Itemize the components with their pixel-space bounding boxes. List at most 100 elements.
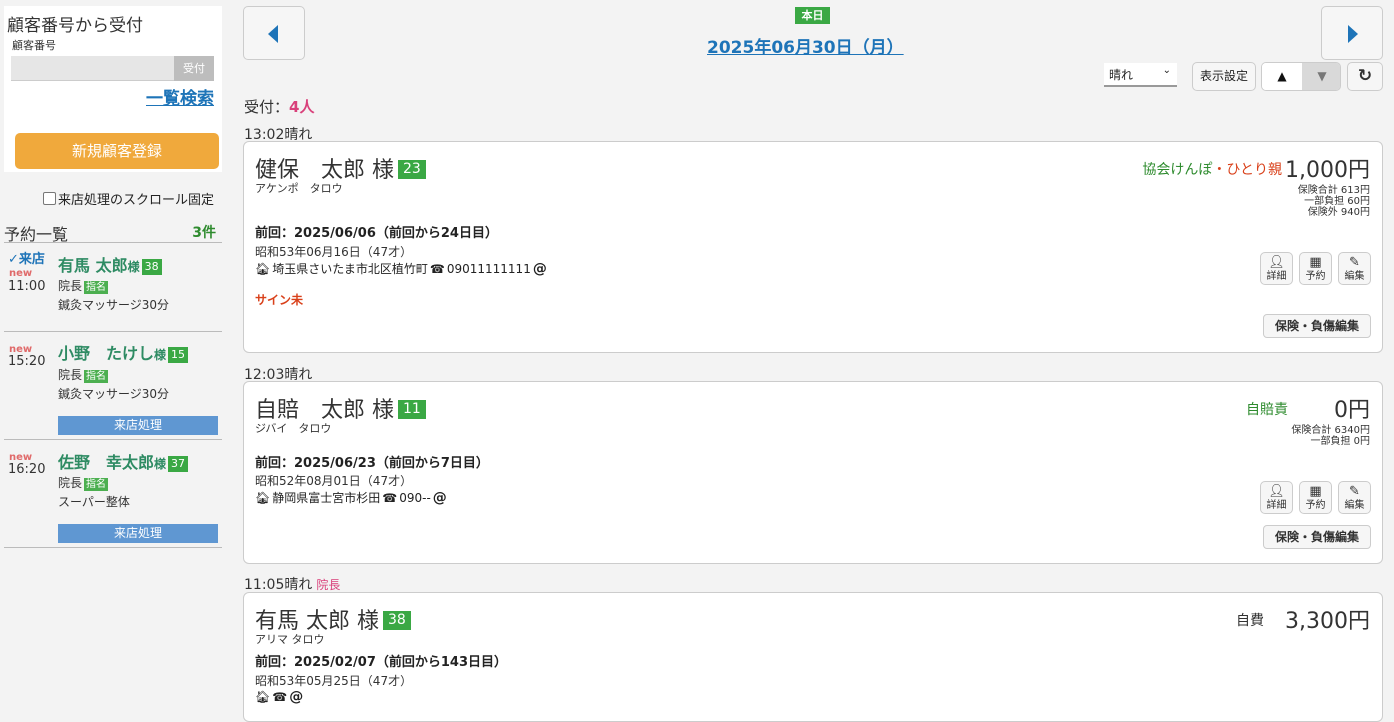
customer-lookup-panel: 顧客番号から受付 顧客番号 受付 一覧検索 新規顧客登録	[4, 6, 222, 172]
new-tag: new	[9, 268, 33, 279]
calendar-icon: ▦	[1309, 484, 1322, 499]
reservation-name[interactable]: 小野 たけし様 15	[58, 340, 189, 364]
user-edit-icon: ✎	[1349, 484, 1360, 499]
last-visit: 前回：2025/06/23（前回から7日目）	[255, 456, 489, 471]
reservation-item[interactable]: ✓来店 new 11:00 有馬 太郎様 38 院長 指名 鍼灸マッサージ30分	[4, 244, 222, 332]
user-icon: 👤︎	[1268, 255, 1285, 270]
edit-customer-button[interactable]: ✎ 編集	[1338, 481, 1371, 514]
visit-process-button[interactable]: 来店処理	[58, 524, 218, 543]
scroll-fix-checkbox[interactable]	[43, 192, 56, 205]
weather-select[interactable]: 晴れ ⌄	[1104, 63, 1177, 87]
insurance-type: 協会けんぽ・ひとり親	[1142, 162, 1282, 178]
user-edit-icon: ✎	[1349, 255, 1360, 270]
reservation-staff: 院長 指名	[58, 279, 109, 294]
customer-number-badge: 38	[383, 610, 411, 630]
contact-info: 🏠︎ 埼玉県さいたま市北区植竹町 ☎ 09011111111 @	[255, 260, 547, 277]
reservation-staff: 院長 指名	[58, 476, 109, 491]
phone-icon: ☎	[272, 690, 288, 704]
customer-kana: ジバイ タロウ	[255, 422, 332, 435]
insurance-injury-edit-button[interactable]: 保険・負傷編集	[1263, 525, 1371, 549]
nominated-badge: 指名	[84, 478, 109, 491]
reservation-time: 16:20	[8, 462, 46, 477]
sidebar: 顧客番号から受付 顧客番号 受付 一覧検索 新規顧客登録 来店処理のスクロール固…	[0, 0, 224, 704]
birth-date: 昭和53年05月25日（47才）	[255, 674, 413, 688]
customer-number-badge: 37	[168, 455, 189, 472]
edit-customer-button[interactable]: ✎ 編集	[1338, 252, 1371, 285]
visit-card: 健保 太郎 様 23 アケンポ タロウ 協会けんぽ・ひとり親 1,000円 保険合…	[243, 141, 1383, 353]
home-icon: 🏠︎	[255, 490, 271, 505]
visit-price: 0円	[1334, 398, 1370, 423]
next-day-button[interactable]	[1321, 6, 1383, 60]
detail-button[interactable]: 👤︎ 詳細	[1260, 481, 1293, 514]
list-search-link[interactable]: 一覧検索	[146, 84, 214, 109]
nominated-badge: 指名	[84, 370, 109, 383]
reserve-button[interactable]: ▦ 予約	[1299, 252, 1332, 285]
refresh-icon: ↻	[1357, 66, 1373, 86]
phone-icon: ☎	[382, 490, 398, 505]
last-visit: 前回：2025/02/07（前回から143日目）	[255, 655, 507, 670]
email-icon: @	[289, 689, 304, 705]
contact-info: 🏠︎ 静岡県富士宮市杉田 ☎ 090-- @	[255, 489, 447, 506]
visit-slot-label: 11:05晴れ 院長	[244, 577, 341, 593]
last-visit: 前回：2025/06/06（前回から24日目）	[255, 226, 498, 241]
sort-toggle[interactable]: ▲ ▼	[1261, 62, 1341, 91]
reservation-item[interactable]: new 15:20 小野 たけし様 15 院長 指名 鍼灸マッサージ30分 来店処理	[4, 332, 222, 440]
staff-role: 院長	[316, 578, 341, 592]
visit-card: 自賠 太郎 様 11 ジバイ タロウ 自賠責 0円 保険合計 6340円 一部負担 …	[243, 381, 1383, 564]
email-icon: @	[432, 489, 447, 506]
chevron-down-icon: ⌄	[1162, 65, 1171, 76]
scroll-fix-label: 来店処理のスクロール固定	[58, 193, 215, 208]
display-settings-button[interactable]: 表示設定	[1192, 62, 1256, 91]
sort-asc-button[interactable]: ▲	[1262, 63, 1302, 90]
customer-kana: アケンポ タロウ	[255, 182, 343, 195]
visit-price: 1,000円	[1285, 158, 1370, 183]
scroll-fix-option[interactable]: 来店処理のスクロール固定	[43, 189, 214, 208]
customer-number-badge: 38	[141, 258, 162, 275]
phone-icon: ☎	[429, 261, 445, 276]
visit-card: 有馬 太郎 様 38 アリマ タロウ 自費 3,300円 前回：2025/02/0…	[243, 592, 1383, 722]
reservation-count: 3件	[192, 225, 216, 241]
contact-info: 🏠︎ ☎ @	[255, 689, 303, 705]
accept-button[interactable]: 受付	[174, 56, 214, 81]
detail-button[interactable]: 👤︎ 詳細	[1260, 252, 1293, 285]
reservation-time: 11:00	[8, 279, 46, 294]
price-breakdown: 保険合計 613円 一部負担 60円 保険外 940円	[1297, 185, 1370, 218]
reservation-menu: スーパー整体	[58, 495, 130, 509]
chevron-right-icon	[1348, 25, 1358, 43]
customer-number-badge: 23	[398, 159, 426, 179]
accepted-count: 受付：4人	[244, 98, 315, 116]
reservation-name[interactable]: 有馬 太郎様 38	[58, 252, 162, 276]
lookup-title: 顧客番号から受付	[7, 16, 143, 36]
customer-number-input[interactable]	[11, 56, 175, 81]
customer-number-badge: 15	[168, 346, 189, 363]
visited-status: ✓来店	[8, 252, 45, 267]
current-date[interactable]: 2025年06月30日（月）	[707, 33, 904, 58]
home-icon: 🏠︎	[255, 690, 271, 704]
price-breakdown: 保険合計 6340円 一部負担 0円	[1291, 425, 1370, 447]
sort-desc-button[interactable]: ▼	[1302, 63, 1340, 90]
today-badge[interactable]: 本日	[795, 7, 830, 24]
customer-number-label: 顧客番号	[12, 39, 56, 52]
nominated-badge: 指名	[84, 281, 109, 294]
visit-price: 3,300円	[1285, 609, 1370, 634]
reservation-list-header: 予約一覧 3件	[4, 221, 222, 244]
chevron-left-icon	[268, 25, 278, 43]
refresh-button[interactable]: ↻	[1347, 62, 1383, 91]
insurance-type: 自賠責	[1246, 402, 1288, 418]
reservation-name[interactable]: 佐野 幸太郎様 37	[58, 449, 189, 473]
customer-number-badge: 11	[398, 399, 426, 419]
reservation-list-title: 予約一覧	[4, 225, 69, 244]
email-icon: @	[532, 260, 547, 277]
calendar-icon: ▦	[1309, 255, 1322, 270]
visit-process-button[interactable]: 来店処理	[58, 416, 218, 435]
new-customer-button[interactable]: 新規顧客登録	[15, 133, 219, 169]
prev-day-button[interactable]	[243, 6, 305, 60]
insurance-type: 自費	[1236, 613, 1264, 629]
customer-kana: アリマ タロウ	[255, 633, 325, 646]
user-icon: 👤︎	[1268, 484, 1285, 499]
reservation-item[interactable]: new 16:20 佐野 幸太郎様 37 院長 指名 スーパー整体 来店処理	[4, 440, 222, 548]
reservation-menu: 鍼灸マッサージ30分	[58, 387, 170, 401]
insurance-injury-edit-button[interactable]: 保険・負傷編集	[1263, 314, 1371, 338]
reserve-button[interactable]: ▦ 予約	[1299, 481, 1332, 514]
birth-date: 昭和53年06月16日（47才）	[255, 245, 413, 259]
